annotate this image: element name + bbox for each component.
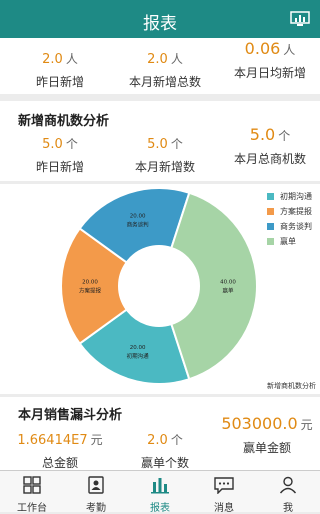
slice-data-label: 20.00 <box>82 279 98 285</box>
chat-bubble-icon <box>214 477 234 495</box>
grid-icon <box>23 476 41 494</box>
opportunity-card: 新增商机数分析 5.0 个 昨日新增 5.0 个 本月新增数 5.0 个 本月总商机数 <box>0 101 320 181</box>
legend-item: 商务谈判 <box>267 219 312 234</box>
stat-label: 昨日新增 <box>35 75 84 89</box>
stat-won-count: 2.0 个 赢单个数 <box>112 431 218 471</box>
slice-data-label: 20.00 <box>130 214 146 220</box>
stat-value: 2.0 <box>147 52 168 67</box>
stat-value: 5.0 <box>42 137 63 152</box>
stat-month-new-opps: 5.0 个 本月新增数 <box>112 135 218 175</box>
stat-value: 503000.0 <box>221 414 298 433</box>
legend-label: 方案提报 <box>280 207 312 216</box>
stat-month-daily-avg: 0.06 人 本月日均新增 <box>222 39 318 81</box>
stat-unit: 元 <box>90 433 103 447</box>
legend-swatch <box>267 238 274 245</box>
stat-label: 赢单个数 <box>140 456 189 470</box>
tab-workbench[interactable]: 工作台 <box>0 471 64 514</box>
bottom-tab-bar: 工作台 考勤 报表 消息 我 <box>0 470 320 514</box>
stat-label: 本月新增总数 <box>128 75 201 89</box>
stat-unit: 个 <box>65 137 78 151</box>
stat-value: 5.0 <box>249 125 276 144</box>
donut-slice <box>170 191 259 381</box>
stat-unit: 人 <box>170 52 183 66</box>
legend-label: 赢单 <box>280 237 296 246</box>
legend-swatch <box>267 208 274 215</box>
bar-chart-icon <box>151 478 169 494</box>
stat-label: 赢单金额 <box>242 441 291 455</box>
monitor-chart-icon[interactable] <box>290 11 310 27</box>
legend-item: 赢单 <box>267 234 312 249</box>
slice-data-label: 初期沟通 <box>127 352 150 360</box>
stat-label: 总金额 <box>41 456 78 470</box>
legend-item: 初期沟通 <box>267 189 312 204</box>
person-icon <box>279 476 297 494</box>
stat-unit: 个 <box>170 433 183 447</box>
stat-unit: 人 <box>65 52 78 66</box>
stat-value: 5.0 <box>147 137 168 152</box>
stat-yesterday-new-opps: 5.0 个 昨日新增 <box>10 135 110 175</box>
app-header: 报表 <box>0 0 320 38</box>
tab-attendance[interactable]: 考勤 <box>64 471 128 514</box>
user-stats-card: 2.0 人 昨日新增 2.0 人 本月新增总数 0.06 人 本月日均新增 <box>0 38 320 94</box>
section-title: 新增商机数分析 <box>18 114 110 129</box>
stat-label: 本月总商机数 <box>233 152 306 166</box>
tab-reports[interactable]: 报表 <box>128 471 192 514</box>
contact-card-icon <box>88 476 104 494</box>
stat-label: 本月日均新增 <box>233 66 306 80</box>
stat-yesterday-new-users: 2.0 人 昨日新增 <box>10 50 110 90</box>
stat-month-total-opps: 5.0 个 本月总商机数 <box>222 125 318 167</box>
legend-swatch <box>267 223 274 230</box>
slice-data-label: 商务谈判 <box>127 221 149 229</box>
legend-swatch <box>267 193 274 200</box>
section-title: 本月销售漏斗分析 <box>18 408 123 423</box>
stat-won-amount: 503000.0 元 赢单金额 <box>214 414 320 456</box>
stat-unit: 人 <box>283 43 296 57</box>
stat-month-new-users: 2.0 人 本月新增总数 <box>112 50 218 90</box>
legend-label: 初期沟通 <box>280 192 312 201</box>
funnel-card: 本月销售漏斗分析 1.66414E7 元 总金额 2.0 个 赢单个数 503000… <box>0 397 320 470</box>
stat-value: 2.0 <box>147 433 168 448</box>
stat-value: 1.66414E7 <box>17 433 88 448</box>
stat-unit: 元 <box>300 418 313 432</box>
legend-label: 商务谈判 <box>280 222 312 231</box>
stat-value: 2.0 <box>42 52 63 67</box>
slice-data-label: 赢单 <box>222 286 234 294</box>
page-title: 报表 <box>143 14 177 34</box>
stat-total-amount: 1.66414E7 元 总金额 <box>10 431 110 471</box>
chart-caption: 新增商机数分析 <box>267 382 316 390</box>
tab-messages[interactable]: 消息 <box>192 471 256 514</box>
slice-data-label: 20.00 <box>130 345 146 351</box>
stat-label: 昨日新增 <box>35 160 84 174</box>
stat-value: 0.06 <box>244 39 281 58</box>
slice-data-label: 方案提报 <box>79 286 102 294</box>
stat-unit: 个 <box>278 129 291 143</box>
stat-label: 本月新增数 <box>134 160 195 174</box>
stat-unit: 个 <box>170 137 183 151</box>
tab-me[interactable]: 我 <box>256 471 320 514</box>
legend-item: 方案提报 <box>267 204 312 219</box>
slice-data-label: 40.00 <box>220 279 236 285</box>
chart-legend: 初期沟通 方案提报 商务谈判 赢单 <box>267 189 312 249</box>
